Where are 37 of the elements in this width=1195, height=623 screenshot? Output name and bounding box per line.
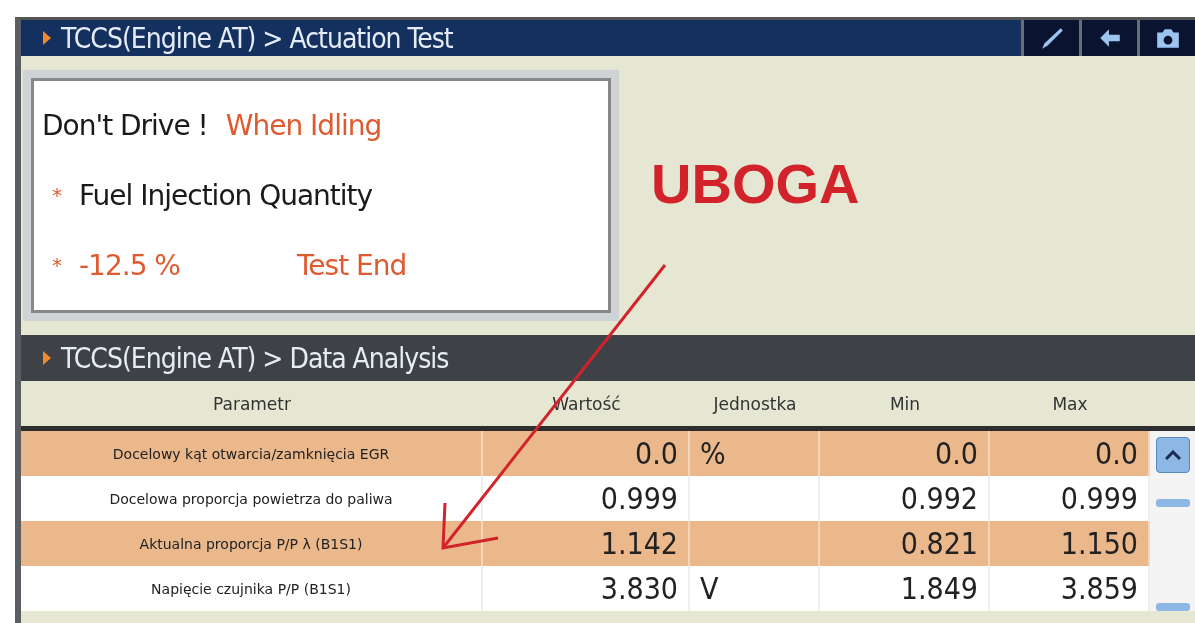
value-marker: * xyxy=(52,253,61,278)
scrollbar-thumb[interactable] xyxy=(1155,499,1190,507)
table-cell: 1.142 xyxy=(483,521,690,566)
item-marker: * xyxy=(52,183,61,208)
table-cell: Aktualna proporcja P/P λ (B1S1) xyxy=(21,521,483,566)
table-cell: 0.0 xyxy=(820,431,990,476)
test-status: Test End xyxy=(297,248,407,282)
caret-up-icon xyxy=(1164,450,1181,460)
condition-text: When Idling xyxy=(225,109,382,143)
caret-icon xyxy=(43,31,51,45)
camera-button[interactable] xyxy=(1137,20,1195,56)
annotation-label: UBOGA xyxy=(651,151,860,216)
caret-icon xyxy=(43,351,51,365)
table-cell: 1.849 xyxy=(820,566,990,611)
breadcrumb-title: TCCS(Engine AT) > Actuation Test xyxy=(61,21,453,55)
scrollbar-thumb[interactable] xyxy=(1155,603,1190,611)
table-cell: Napięcie czujnika P/P (B1S1) xyxy=(21,566,483,611)
table-cell: 3.859 xyxy=(990,566,1150,611)
table-cell: 0.999 xyxy=(990,476,1150,521)
table-cell: Docelowa proporcja powietrza do paliwa xyxy=(21,476,483,521)
table-cell: Docelowy kąt otwarcia/zamknięcia EGR xyxy=(21,431,483,476)
table-cell: 0.0 xyxy=(483,431,690,476)
test-item: Fuel Injection Quantity xyxy=(79,179,373,212)
table-cell: 0.999 xyxy=(483,476,690,521)
breadcrumb-title: TCCS(Engine AT) > Data Analysis xyxy=(61,341,449,375)
brush-button[interactable] xyxy=(1021,20,1079,56)
table-cell: 0.0 xyxy=(990,431,1150,476)
table-cell: V xyxy=(690,566,820,611)
table-cell: 0.821 xyxy=(820,521,990,566)
table-cell: 1.150 xyxy=(990,521,1150,566)
test-value: -12.5 % xyxy=(79,248,181,282)
back-button[interactable] xyxy=(1079,20,1137,56)
table-cell: % xyxy=(690,431,820,476)
table-cell: 0.992 xyxy=(820,476,990,521)
warning-text: Don't Drive ! xyxy=(42,109,208,143)
scroll-up-button[interactable] xyxy=(1155,437,1190,473)
table-cell: 3.830 xyxy=(483,566,690,611)
